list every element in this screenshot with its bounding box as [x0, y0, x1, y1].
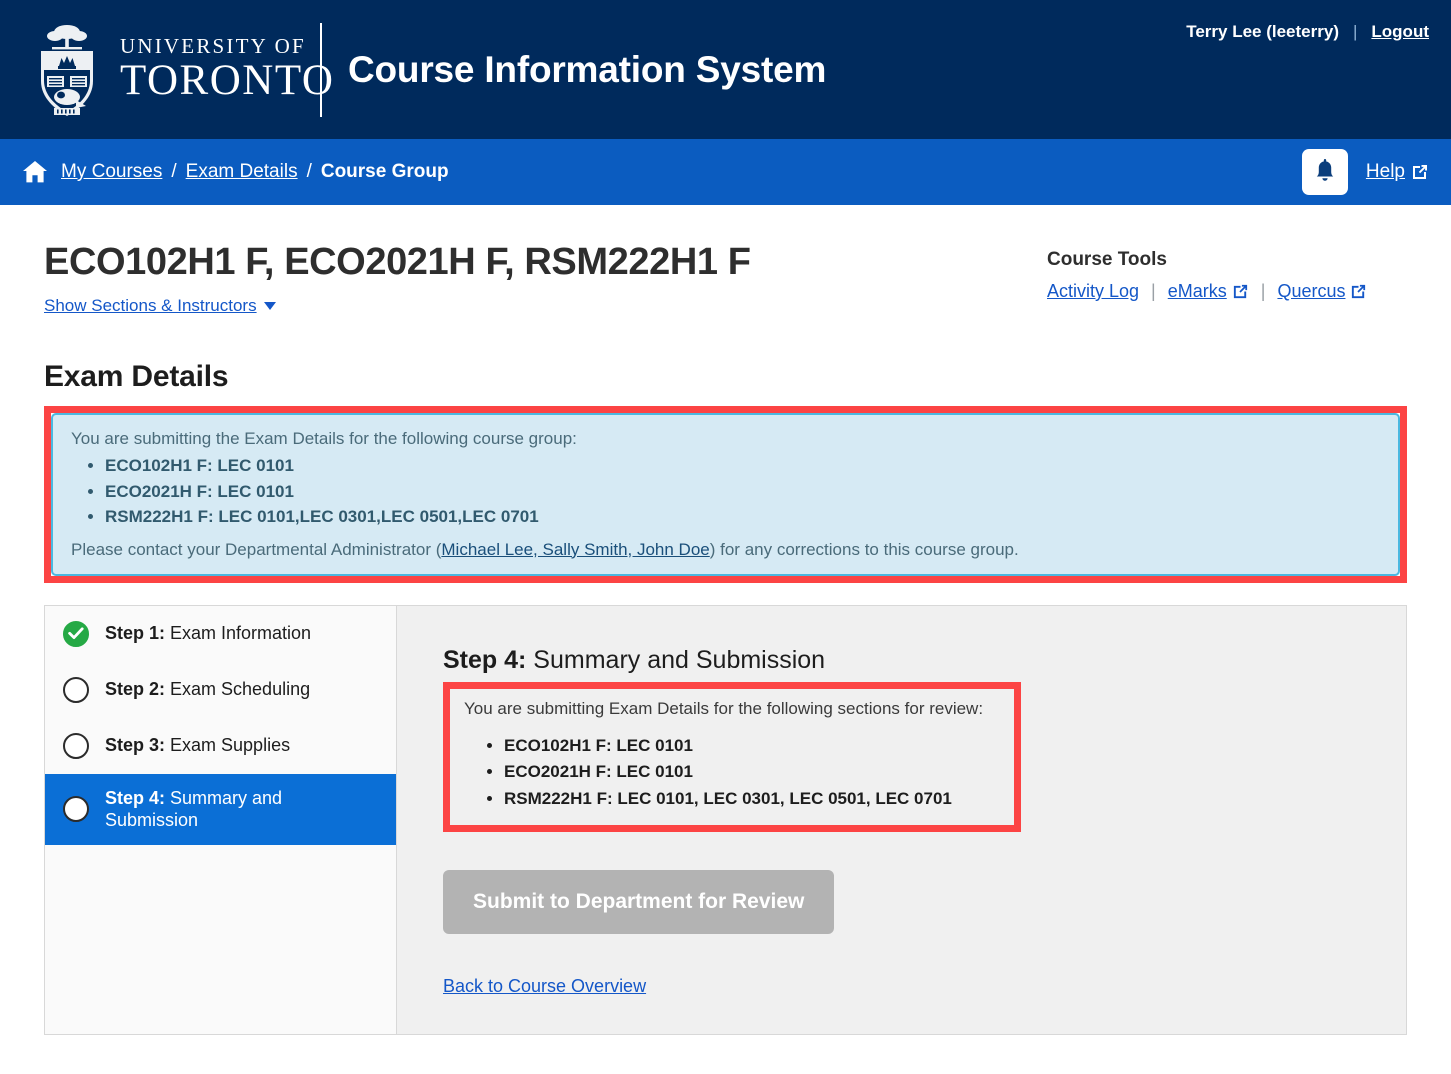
user-session-area: Terry Lee (leeterry) | Logout: [1186, 22, 1429, 42]
submit-to-department-button[interactable]: Submit to Department for Review: [443, 870, 835, 935]
step-number: Step 2:: [105, 679, 166, 700]
activity-log-label: Activity Log: [1047, 281, 1140, 301]
university-line-1: UNIVERSITY OF: [120, 34, 306, 59]
breadcrumb-separator-2: /: [306, 161, 312, 182]
show-sections-label: Show Sections & Instructors: [44, 296, 257, 315]
step-item-label: Step 1: Exam Information: [105, 622, 311, 645]
external-link-icon: [1352, 284, 1366, 299]
step-item-label: Step 3: Exam Supplies: [105, 734, 290, 757]
panel-heading-name: Summary and Submission: [526, 645, 826, 674]
back-to-course-overview-link[interactable]: Back to Course Overview: [443, 976, 646, 997]
check-circle-icon: [63, 620, 89, 647]
step-item-2[interactable]: Step 2: Exam Scheduling: [45, 662, 396, 718]
course-tools: Course Tools Activity Log | eMarks | Que…: [1047, 241, 1407, 302]
step-item-3[interactable]: Step 3: Exam Supplies: [45, 718, 396, 774]
emarks-label: eMarks: [1167, 281, 1227, 301]
summary-lead-text: You are submitting Exam Details for the …: [464, 698, 984, 718]
university-line-2: TORONTO: [120, 57, 335, 105]
step-name: Exam Scheduling: [165, 679, 311, 700]
help-label: Help: [1365, 161, 1405, 182]
alert-course-list: ECO102H1 F: LEC 0101 ECO2021H F: LEC 010…: [71, 453, 1380, 530]
alert-footer-text: Please contact your Departmental Adminis…: [71, 540, 1380, 560]
alert-footer-after: ) for any corrections to this course gro…: [709, 539, 1019, 559]
uoft-logo: UNIVERSITY OF TORONTO: [0, 22, 333, 118]
course-group-alert-highlight: You are submitting the Exam Details for …: [44, 406, 1407, 583]
chevron-down-icon: [263, 302, 276, 310]
panel-heading-number: Step 4:: [443, 645, 527, 674]
list-item: ECO2021H F: LEC 0101: [504, 759, 1000, 786]
exam-details-heading: Exam Details: [44, 360, 229, 393]
breadcrumb-bar: My Courses / Exam Details / Course Group…: [0, 139, 1451, 205]
radio-circle-icon: [63, 796, 89, 822]
notifications-button[interactable]: [1301, 149, 1348, 195]
course-tools-links: Activity Log | eMarks | Quercus: [1047, 281, 1407, 302]
emarks-link[interactable]: eMarks: [1168, 281, 1249, 302]
activity-log-link[interactable]: Activity Log: [1047, 281, 1139, 302]
show-sections-toggle[interactable]: Show Sections & Instructors: [44, 296, 276, 316]
bell-icon: [1316, 159, 1334, 181]
list-item: ECO102H1 F: LEC 0101: [105, 453, 1380, 479]
external-link-icon: [1413, 165, 1427, 179]
breadcrumb-actions: Help: [1301, 139, 1429, 205]
panel-heading: Step 4: Summary and Submission: [443, 646, 1406, 675]
course-tools-label: Course Tools: [1047, 249, 1167, 270]
list-item: ECO102H1 F: LEC 0101: [504, 733, 1000, 760]
uoft-crest-icon: [41, 24, 93, 116]
list-item: RSM222H1 F: LEC 0101,LEC 0301,LEC 0501,L…: [105, 504, 1380, 530]
submission-summary: You are submitting Exam Details for the …: [450, 688, 1014, 826]
help-link[interactable]: Help: [1366, 161, 1429, 183]
external-link-icon: [1233, 284, 1247, 299]
step-item-label: Step 2: Exam Scheduling: [105, 678, 310, 701]
page-title: ECO102H1 F, ECO2021H F, RSM222H1 F: [44, 241, 751, 283]
home-icon[interactable]: [22, 160, 48, 184]
step-number: Step 3:: [105, 735, 166, 756]
list-item: RSM222H1 F: LEC 0101, LEC 0301, LEC 0501…: [504, 786, 1000, 813]
header-divider: [320, 22, 322, 117]
page-title-row: ECO102H1 F, ECO2021H F, RSM222H1 F Show …: [44, 205, 1407, 316]
step-content-panel: Step 4: Summary and Submission You are s…: [397, 605, 1406, 1034]
breadcrumb-item-course-group: Course Group: [320, 161, 449, 182]
quercus-link[interactable]: Quercus: [1277, 281, 1367, 302]
step-item-4[interactable]: Step 4: Summary and Submission: [45, 773, 396, 845]
list-item: ECO2021H F: LEC 0101: [105, 479, 1380, 505]
radio-circle-icon: [63, 732, 89, 759]
exam-details-wizard: Step 1: Exam Information Step 2: Exam Sc…: [44, 604, 1407, 1035]
summary-section-list: ECO102H1 F: LEC 0101 ECO2021H F: LEC 010…: [464, 733, 1000, 814]
step-number: Step 4:: [105, 787, 166, 808]
alert-footer-before: Please contact your Departmental Adminis…: [71, 539, 442, 559]
submission-summary-highlight: You are submitting Exam Details for the …: [443, 681, 1021, 833]
tools-divider-2: |: [1260, 281, 1266, 301]
course-group-alert: You are submitting the Exam Details for …: [51, 413, 1400, 576]
step-item-label: Step 4: Summary and Submission: [105, 787, 380, 832]
user-name: Terry Lee (leeterry): [1186, 22, 1339, 41]
step-name: Exam Information: [165, 623, 312, 644]
user-separator: |: [1352, 22, 1358, 41]
quercus-label: Quercus: [1277, 281, 1346, 301]
alert-lead-text: You are submitting the Exam Details for …: [71, 429, 577, 448]
page-title-block: ECO102H1 F, ECO2021H F, RSM222H1 F Show …: [44, 241, 751, 316]
app-title: Course Information System: [348, 48, 827, 90]
panel-actions: Submit to Department for Review: [443, 832, 1406, 935]
radio-circle-icon: [63, 676, 89, 703]
step-item-1[interactable]: Step 1: Exam Information: [45, 606, 396, 662]
departmental-administrator-link[interactable]: Michael Lee, Sally Smith, John Doe: [441, 540, 709, 559]
tools-divider-1: |: [1151, 281, 1156, 301]
step-number: Step 1:: [105, 623, 166, 644]
logout-link[interactable]: Logout: [1371, 22, 1429, 42]
breadcrumb-separator-1: /: [171, 161, 177, 182]
step-list: Step 1: Exam Information Step 2: Exam Sc…: [45, 605, 397, 1034]
step-name: Exam Supplies: [165, 735, 291, 756]
breadcrumb: My Courses / Exam Details / Course Group: [22, 160, 449, 184]
breadcrumb-item-my-courses[interactable]: My Courses: [61, 161, 162, 183]
breadcrumb-item-exam-details[interactable]: Exam Details: [186, 161, 298, 183]
site-header: UNIVERSITY OF TORONTO Course Information…: [0, 0, 1451, 139]
page-body: ECO102H1 F, ECO2021H F, RSM222H1 F Show …: [0, 205, 1451, 1035]
